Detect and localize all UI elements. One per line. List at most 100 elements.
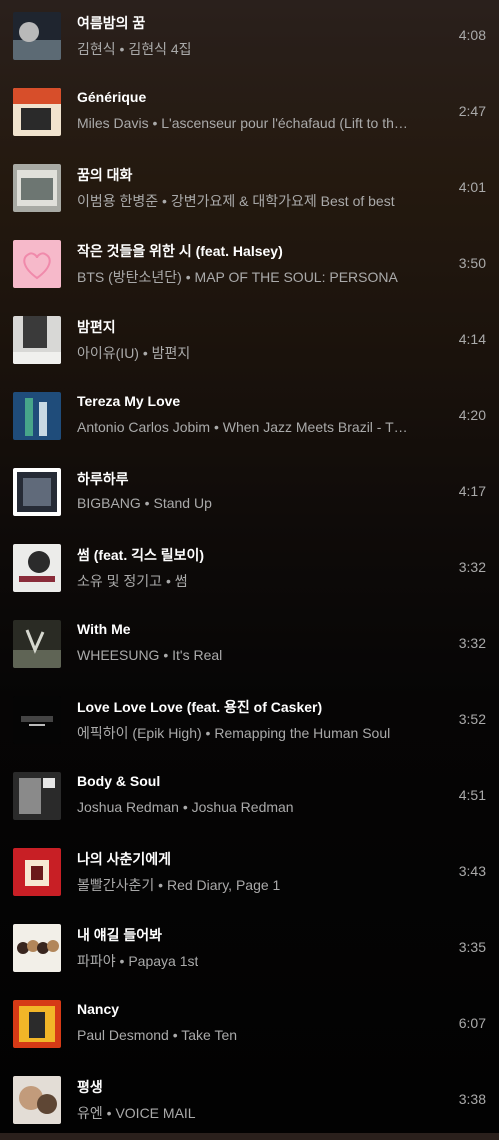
separator-dot: •: [181, 269, 195, 285]
track-row[interactable]: With Me WHEESUNG • It's Real 3:32: [0, 608, 499, 684]
track-artist[interactable]: WHEESUNG: [77, 647, 159, 663]
track-album[interactable]: MAP OF THE SOUL: PERSONA: [195, 269, 398, 285]
track-album[interactable]: 강변가요제 & 대학가요제 Best of best: [171, 193, 395, 209]
track-row[interactable]: 내 얘길 들어봐 파파야 • Papaya 1st 3:35: [0, 912, 499, 988]
album-art-thumbnail[interactable]: [13, 88, 61, 136]
track-subtitle: 이범용 한병준 • 강변가요제 & 대학가요제 Best of best: [77, 191, 395, 211]
track-title[interactable]: 꿈의 대화: [77, 165, 132, 185]
track-row[interactable]: 밤편지 아이유(IU) • 밤편지 4:14: [0, 304, 499, 380]
track-title[interactable]: Love Love Love (feat. 용진 of Casker): [77, 697, 322, 717]
track-artist[interactable]: 김현식: [77, 41, 116, 57]
track-album[interactable]: Stand Up: [153, 495, 211, 511]
track-artist[interactable]: Antonio Carlos Jobim: [77, 419, 210, 435]
track-artist[interactable]: Joshua Redman: [77, 799, 179, 815]
track-duration: 4:20: [458, 407, 486, 423]
track-album[interactable]: When Jazz Meets Brazil - The Collection: [223, 419, 413, 435]
track-artist[interactable]: Miles Davis: [77, 115, 149, 131]
track-subtitle: WHEESUNG • It's Real: [77, 647, 222, 663]
album-art-thumbnail[interactable]: [13, 772, 61, 820]
track-title[interactable]: 작은 것들을 위한 시 (feat. Halsey): [77, 241, 283, 261]
track-album[interactable]: Remapping the Human Soul: [214, 725, 390, 741]
track-row[interactable]: Body & Soul Joshua Redman • Joshua Redma…: [0, 760, 499, 836]
album-art-thumbnail[interactable]: [13, 620, 61, 668]
track-duration: 4:14: [458, 331, 486, 347]
track-duration: 3:32: [458, 635, 486, 651]
track-album[interactable]: 썸: [175, 573, 188, 589]
track-subtitle: 파파야 • Papaya 1st: [77, 951, 198, 971]
track-row[interactable]: 꿈의 대화 이범용 한병준 • 강변가요제 & 대학가요제 Best of be…: [0, 152, 499, 228]
track-artist[interactable]: BIGBANG: [77, 495, 141, 511]
separator-dot: •: [168, 1027, 182, 1043]
track-title[interactable]: Nancy: [77, 1001, 119, 1017]
track-row[interactable]: 나의 사춘기에게 볼빨간사춘기 • Red Diary, Page 1 3:43: [0, 836, 499, 912]
track-artist[interactable]: BTS (방탄소년단): [77, 269, 182, 285]
separator-dot: •: [148, 115, 162, 131]
separator-dot: •: [115, 41, 129, 57]
track-title[interactable]: 평생: [77, 1077, 103, 1097]
separator-dot: •: [138, 345, 152, 361]
album-art-thumbnail[interactable]: [13, 468, 61, 516]
album-art-thumbnail[interactable]: [13, 1000, 61, 1048]
track-album[interactable]: 김현식 4집: [128, 41, 191, 57]
track-album[interactable]: Papaya 1st: [128, 953, 198, 969]
track-subtitle: 유엔 • VOICE MAIL: [77, 1103, 196, 1123]
separator-dot: •: [178, 799, 192, 815]
track-row[interactable]: Love Love Love (feat. 용진 of Casker) 에픽하이…: [0, 684, 499, 760]
album-art-thumbnail[interactable]: [13, 164, 61, 212]
album-art-thumbnail[interactable]: [13, 696, 61, 744]
track-duration: 4:51: [458, 787, 486, 803]
track-title[interactable]: Générique: [77, 89, 146, 105]
separator-dot: •: [140, 495, 154, 511]
album-art-thumbnail[interactable]: [13, 544, 61, 592]
track-row[interactable]: 여름밤의 꿈 김현식 • 김현식 4집 4:08: [0, 0, 499, 76]
track-subtitle: Joshua Redman • Joshua Redman: [77, 799, 294, 815]
track-title[interactable]: 하루하루: [77, 469, 129, 489]
album-art-thumbnail[interactable]: [13, 924, 61, 972]
album-art-thumbnail[interactable]: [13, 316, 61, 364]
track-album[interactable]: VOICE MAIL: [115, 1105, 195, 1121]
track-album[interactable]: It's Real: [172, 647, 222, 663]
album-art-thumbnail[interactable]: [13, 392, 61, 440]
track-album[interactable]: 밤편지: [152, 345, 191, 361]
album-art-thumbnail[interactable]: [13, 240, 61, 288]
track-artist[interactable]: 아이유(IU): [77, 345, 139, 361]
track-title[interactable]: 나의 사춘기에게: [77, 849, 171, 869]
track-row[interactable]: Générique Miles Davis • L'ascenseur pour…: [0, 76, 499, 152]
track-artist[interactable]: 이범용 한병준: [77, 193, 158, 209]
track-row[interactable]: Nancy Paul Desmond • Take Ten 6:07: [0, 988, 499, 1064]
track-row[interactable]: 하루하루 BIGBANG • Stand Up 4:17: [0, 456, 499, 532]
track-title[interactable]: 밤편지: [77, 317, 116, 337]
album-art-thumbnail[interactable]: [13, 848, 61, 896]
track-album[interactable]: L'ascenseur pour l'échafaud (Lift to the…: [161, 115, 413, 131]
track-artist[interactable]: Paul Desmond: [77, 1027, 169, 1043]
album-art-thumbnail[interactable]: [13, 12, 61, 60]
track-subtitle: 소유 및 정기고 • 썸: [77, 571, 188, 591]
track-subtitle: Miles Davis • L'ascenseur pour l'échafau…: [77, 115, 413, 131]
track-title[interactable]: With Me: [77, 621, 131, 637]
track-row[interactable]: 평생 유엔 • VOICE MAIL 3:38: [0, 1064, 499, 1140]
track-album[interactable]: Red Diary, Page 1: [167, 877, 280, 893]
track-title[interactable]: 여름밤의 꿈: [77, 13, 145, 33]
track-title[interactable]: 썸 (feat. 긱스 릴보이): [77, 545, 204, 565]
album-art-thumbnail[interactable]: [13, 1076, 61, 1124]
track-title[interactable]: 내 얘길 들어봐: [77, 925, 162, 945]
track-duration: 2:47: [458, 103, 486, 119]
separator-dot: •: [201, 725, 215, 741]
track-duration: 3:35: [458, 939, 486, 955]
track-album[interactable]: Take Ten: [181, 1027, 237, 1043]
track-row[interactable]: 썸 (feat. 긱스 릴보이) 소유 및 정기고 • 썸 3:32: [0, 532, 499, 608]
track-artist[interactable]: 파파야: [77, 953, 116, 969]
track-artist[interactable]: 에픽하이 (Epik High): [77, 725, 202, 741]
track-album[interactable]: Joshua Redman: [192, 799, 294, 815]
track-duration: 4:08: [458, 27, 486, 43]
track-artist[interactable]: 소유 및 정기고: [77, 573, 162, 589]
track-duration: 3:52: [458, 711, 486, 727]
track-artist[interactable]: 유엔: [77, 1105, 103, 1121]
track-row[interactable]: 작은 것들을 위한 시 (feat. Halsey) BTS (방탄소년단) •…: [0, 228, 499, 304]
track-artist[interactable]: 볼빨간사춘기: [77, 877, 154, 893]
track-title[interactable]: Body & Soul: [77, 773, 160, 789]
track-title[interactable]: Tereza My Love: [77, 393, 180, 409]
track-row[interactable]: Tereza My Love Antonio Carlos Jobim • Wh…: [0, 380, 499, 456]
separator-dot: •: [210, 419, 223, 435]
track-duration: 3:50: [458, 255, 486, 271]
